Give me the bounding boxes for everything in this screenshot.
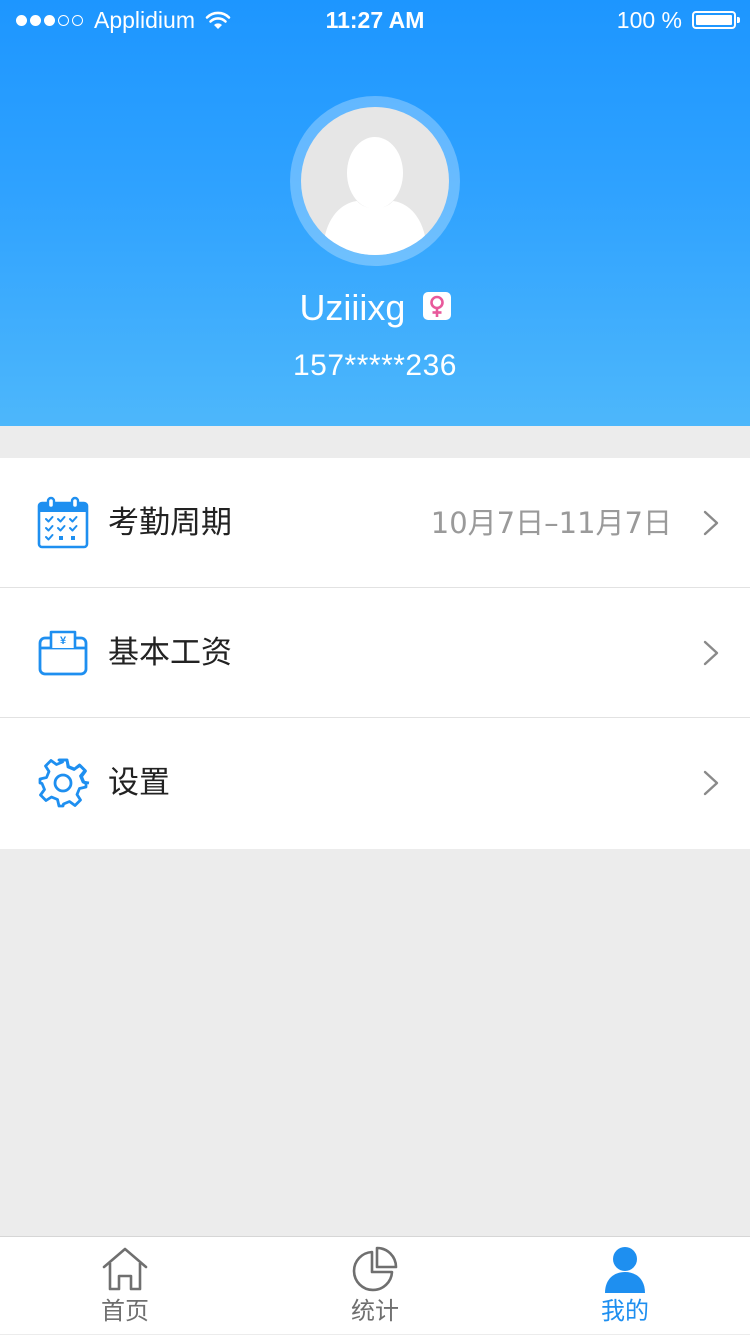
menu-label: 考勤周期 (108, 505, 232, 541)
menu-item-base-salary[interactable]: ¥ 基本工资 (0, 588, 750, 718)
menu-item-attendance-period[interactable]: 考勤周期 10月7日–11月7日 (0, 458, 750, 588)
battery-percentage: 100 % (616, 6, 682, 33)
tab-mine[interactable]: 我的 (500, 1237, 750, 1335)
menu-label: 设置 (108, 765, 170, 801)
person-icon (605, 1247, 645, 1293)
chevron-right-icon (703, 510, 719, 536)
default-avatar-icon (323, 137, 427, 255)
gear-icon (38, 758, 90, 808)
attendance-period-value: 10月7日–11月7日 (430, 506, 672, 540)
pie-chart-icon (352, 1246, 398, 1292)
avatar[interactable] (301, 107, 449, 255)
tab-home[interactable]: 首页 (0, 1237, 250, 1335)
home-icon (102, 1247, 148, 1291)
wallet-icon: ¥ (38, 630, 88, 676)
username: Uziiixg (299, 286, 406, 328)
tab-label: 统计 (351, 1297, 399, 1325)
tab-label: 首页 (101, 1297, 149, 1325)
chevron-right-icon (703, 640, 719, 666)
battery-icon (692, 11, 740, 29)
tab-statistics[interactable]: 统计 (250, 1237, 500, 1335)
status-bar: Applidium 11:27 AM 100 % (0, 0, 750, 40)
profile-header: Applidium 11:27 AM 100 % Uziiixg 157****… (0, 0, 750, 426)
tab-bar: 首页 统计 我的 (0, 1236, 750, 1334)
calendar-icon (37, 496, 89, 549)
female-gender-icon (422, 291, 451, 320)
menu-item-settings[interactable]: 设置 (0, 718, 750, 849)
chevron-right-icon (703, 770, 719, 796)
svg-text:¥: ¥ (60, 635, 67, 647)
name-row: Uziiixg (0, 282, 750, 332)
tab-label: 我的 (601, 1297, 649, 1325)
status-right: 100 % (616, 6, 740, 34)
settings-menu: 考勤周期 10月7日–11月7日 ¥ 基本工资 设置 (0, 458, 750, 849)
phone-number: 157*****236 (293, 349, 457, 382)
avatar-ring[interactable] (290, 96, 460, 266)
menu-label: 基本工资 (108, 635, 232, 671)
